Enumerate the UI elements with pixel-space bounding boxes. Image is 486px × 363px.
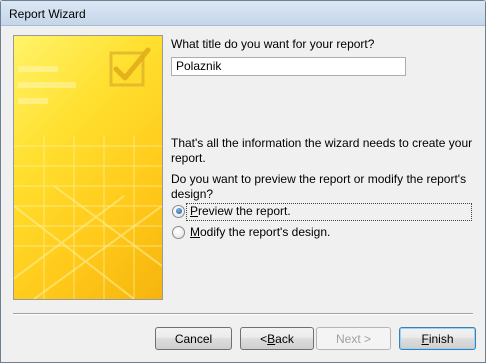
report-title-input[interactable] xyxy=(171,57,406,76)
finish-button[interactable]: Finish xyxy=(399,327,476,350)
title-bar[interactable]: Report Wizard xyxy=(1,1,485,26)
wizard-illustration xyxy=(13,35,163,300)
modify-option-label: Modify the report's design. xyxy=(190,225,331,239)
preview-question-line2: design? xyxy=(171,187,214,201)
next-button[interactable]: Next > xyxy=(316,327,391,350)
window-title: Report Wizard xyxy=(9,7,86,21)
title-prompt: What title do you want for your report? xyxy=(171,37,375,51)
checkmark-report-icon xyxy=(14,47,162,299)
info-text-line1: That's all the information the wizard ne… xyxy=(171,136,473,150)
modify-radio[interactable] xyxy=(172,225,185,239)
cancel-button[interactable]: Cancel xyxy=(155,327,232,350)
back-button[interactable]: < Back xyxy=(240,327,314,350)
preview-radio[interactable] xyxy=(172,204,185,218)
wizard-body: What title do you want for your report? … xyxy=(6,27,480,357)
preview-option-label: Preview the report. xyxy=(190,204,291,218)
preview-question-line1: Do you want to preview the report or mod… xyxy=(171,172,467,186)
preview-option[interactable]: Preview the report. xyxy=(172,203,291,219)
report-wizard-window: Report Wizard What title do you want for… xyxy=(0,0,486,363)
modify-option[interactable]: Modify the report's design. xyxy=(172,224,330,240)
button-divider xyxy=(13,313,473,315)
info-text-line2: report. xyxy=(171,151,206,165)
